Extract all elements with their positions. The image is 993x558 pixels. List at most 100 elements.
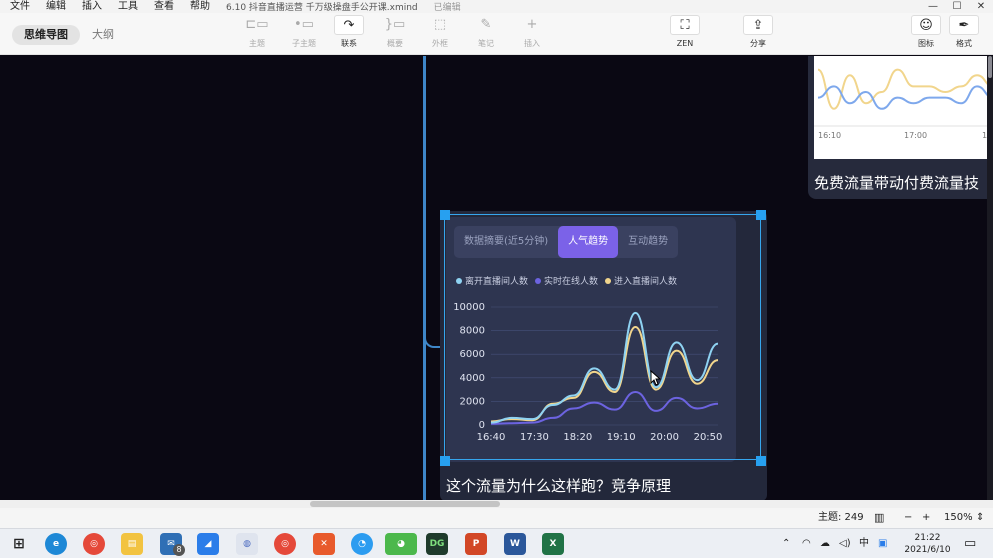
word-app-icon[interactable]: W: [504, 533, 526, 555]
topic-node-traffic-question[interactable]: 数据摘要(近5分钟) 人气趋势 互动趋势 离开直播间人数 实时在线人数 进入直播…: [440, 210, 767, 500]
pycharm-app-icon[interactable]: DG: [426, 533, 448, 555]
close-button[interactable]: ✕: [969, 0, 993, 13]
mindmap-canvas[interactable]: 16:1017:0017 免费流量带动付费流量技 数据摘要(近5分钟) 人气趋势…: [0, 56, 993, 500]
share-icon: ⇪: [743, 15, 773, 35]
note-icon: ✎: [480, 17, 492, 32]
ime-indicator[interactable]: 中: [859, 529, 869, 558]
powerpoint-app-icon[interactable]: P: [465, 533, 487, 555]
summary-button[interactable]: }▭ 概要: [377, 15, 413, 53]
share-button[interactable]: ⇪ 分享: [740, 15, 776, 53]
edit-status: 已编辑: [433, 3, 461, 13]
legend-dot: [535, 277, 542, 284]
scrollbar-thumb[interactable]: [310, 501, 500, 507]
clock-date: 2021/6/10: [904, 545, 951, 555]
zen-button[interactable]: ⛶ ZEN: [667, 15, 703, 53]
edge-browser-icon[interactable]: e: [45, 533, 67, 555]
legend-item: 进入直播间人数: [605, 274, 677, 287]
icon-panel-button[interactable]: ☺ 图标: [908, 15, 944, 53]
format-panel-button[interactable]: ✒ 格式: [946, 15, 982, 53]
chart-tab-popularity: 人气趋势: [558, 226, 619, 258]
tray-chevron-icon[interactable]: ⌃: [782, 529, 790, 558]
app-tray-icon[interactable]: ▣: [878, 529, 887, 558]
menu-edit[interactable]: 编辑: [46, 0, 66, 13]
x-tick-label: 16:40: [477, 432, 506, 443]
mouse-cursor-icon: [650, 370, 662, 386]
y-tick-label: 4000: [460, 373, 485, 384]
topic-count: 主题: 249: [818, 512, 864, 523]
map-view-icon[interactable]: ▥: [874, 512, 884, 524]
chart-tabs: 数据摘要(近5分钟) 人气趋势 互动趋势: [454, 226, 679, 258]
x-tick-label: 16:10: [818, 131, 841, 140]
minimize-button[interactable]: —: [921, 0, 945, 13]
windows-taskbar: ⊞ e ◎ ▤ ✉ 8 ◢ ◍ ◎ ✕ ◔ ◕ DG P W X ⌃ ◠ ☁ ◁…: [0, 528, 993, 558]
maximize-button[interactable]: ☐: [945, 0, 969, 13]
y-tick-label: 6000: [460, 349, 485, 360]
zoom-in-button[interactable]: +: [922, 512, 930, 524]
y-tick-label: 2000: [460, 396, 485, 407]
y-tick-label: 0: [479, 420, 485, 431]
topic-button[interactable]: ⊏▭ 主题: [239, 15, 275, 53]
resize-handle-bl[interactable]: [440, 456, 450, 466]
wifi-icon[interactable]: ◠: [802, 529, 811, 558]
relation-button[interactable]: ↷ 联系: [331, 15, 367, 53]
toolbar: 思维导图 大纲 ⊏▭ 主题 •▭ 子主题 ↷ 联系 }▭ 概要 ⬚ 外框 ✎ 笔…: [0, 13, 993, 55]
topic-label: 免费流量带动付费流量技: [814, 174, 980, 192]
volume-icon[interactable]: ◁): [839, 529, 851, 558]
zoom-level[interactable]: 150%: [944, 512, 973, 524]
view-tabs: 思维导图 大纲: [12, 25, 126, 45]
chrome-browser-icon[interactable]: ◎: [83, 533, 105, 555]
legend-label: 进入直播间人数: [614, 277, 678, 287]
scrollbar-thumb[interactable]: [988, 56, 992, 78]
horizontal-scrollbar[interactable]: [0, 500, 993, 508]
boundary-button[interactable]: ⬚ 外框: [422, 15, 458, 53]
legend-label: 实时在线人数: [544, 277, 599, 287]
zen-fullscreen-icon: ⛶: [670, 15, 700, 35]
x-tick-label: 18:20: [563, 432, 592, 443]
zoom-stepper-icon[interactable]: ⇕: [976, 512, 984, 524]
zoom-out-button[interactable]: −: [904, 512, 912, 524]
x-tick-label: 17:30: [520, 432, 549, 443]
chat-app-icon[interactable]: ◔: [351, 533, 373, 555]
topic-node-free-traffic[interactable]: 16:1017:0017 免费流量带动付费流量技: [808, 56, 993, 199]
xmind-app-icon[interactable]: ✕: [313, 533, 335, 555]
vertical-scrollbar[interactable]: [987, 56, 993, 500]
file-explorer-icon[interactable]: ▤: [121, 533, 143, 555]
subtopic-button[interactable]: •▭ 子主题: [286, 15, 322, 53]
resize-handle-tr[interactable]: [756, 210, 766, 220]
windows-start-icon[interactable]: ⊞: [8, 533, 30, 555]
menu-tools[interactable]: 工具: [118, 0, 138, 13]
series-line: [817, 85, 993, 110]
system-clock[interactable]: 21:22 2021/6/10: [900, 532, 955, 556]
wechat-app-icon[interactable]: ◕: [385, 533, 417, 555]
resize-handle-br[interactable]: [756, 456, 766, 466]
menu-help[interactable]: 帮助: [190, 0, 210, 13]
chrome-browser-2-icon[interactable]: ◎: [274, 533, 296, 555]
note-button[interactable]: ✎ 笔记: [468, 15, 504, 53]
status-bar: 主题: 249 ▥ − + 150% ⇕: [0, 508, 993, 528]
tab-mindmap[interactable]: 思维导图: [12, 25, 80, 45]
clock-time: 21:22: [914, 533, 941, 543]
relation-curve-icon: ↷: [334, 15, 364, 35]
menu-insert[interactable]: 插入: [82, 0, 102, 13]
embedded-screenshot: 数据摘要(近5分钟) 人气趋势 互动趋势 离开直播间人数 实时在线人数 进入直播…: [446, 217, 736, 462]
menu-view[interactable]: 查看: [154, 0, 174, 13]
feishu-app-icon[interactable]: ◢: [197, 533, 219, 555]
baidu-netdisk-icon[interactable]: ◍: [236, 533, 258, 555]
notification-center-icon[interactable]: ▭: [964, 529, 976, 558]
tab-outline[interactable]: 大纲: [80, 25, 126, 45]
resize-handle-tl[interactable]: [440, 210, 450, 220]
document-title: 6.10 抖音直播运营 千万级操盘手公开课.xmind: [226, 3, 418, 13]
topic-label: 这个流量为什么这样跑？竞争原理: [446, 477, 672, 495]
popularity-line-chart: 0 2000 4000 6000 8000 10000 16:40 17:30 18:20 19:…: [453, 302, 722, 443]
notification-badge: 8: [173, 544, 185, 556]
chart-tab-summary: 数据摘要(近5分钟): [464, 236, 549, 247]
x-tick-label: 20:00: [650, 432, 679, 443]
insert-button[interactable]: + 插入: [514, 15, 550, 53]
menu-file[interactable]: 文件: [10, 0, 30, 13]
cloud-icon[interactable]: ☁: [820, 529, 830, 558]
legend-dot: [456, 277, 462, 284]
window-controls: — ☐ ✕: [921, 0, 993, 13]
smiley-icon: ☺: [911, 15, 941, 35]
excel-app-icon[interactable]: X: [542, 533, 564, 555]
mini-line-chart: 16:1017:0017: [814, 68, 993, 140]
